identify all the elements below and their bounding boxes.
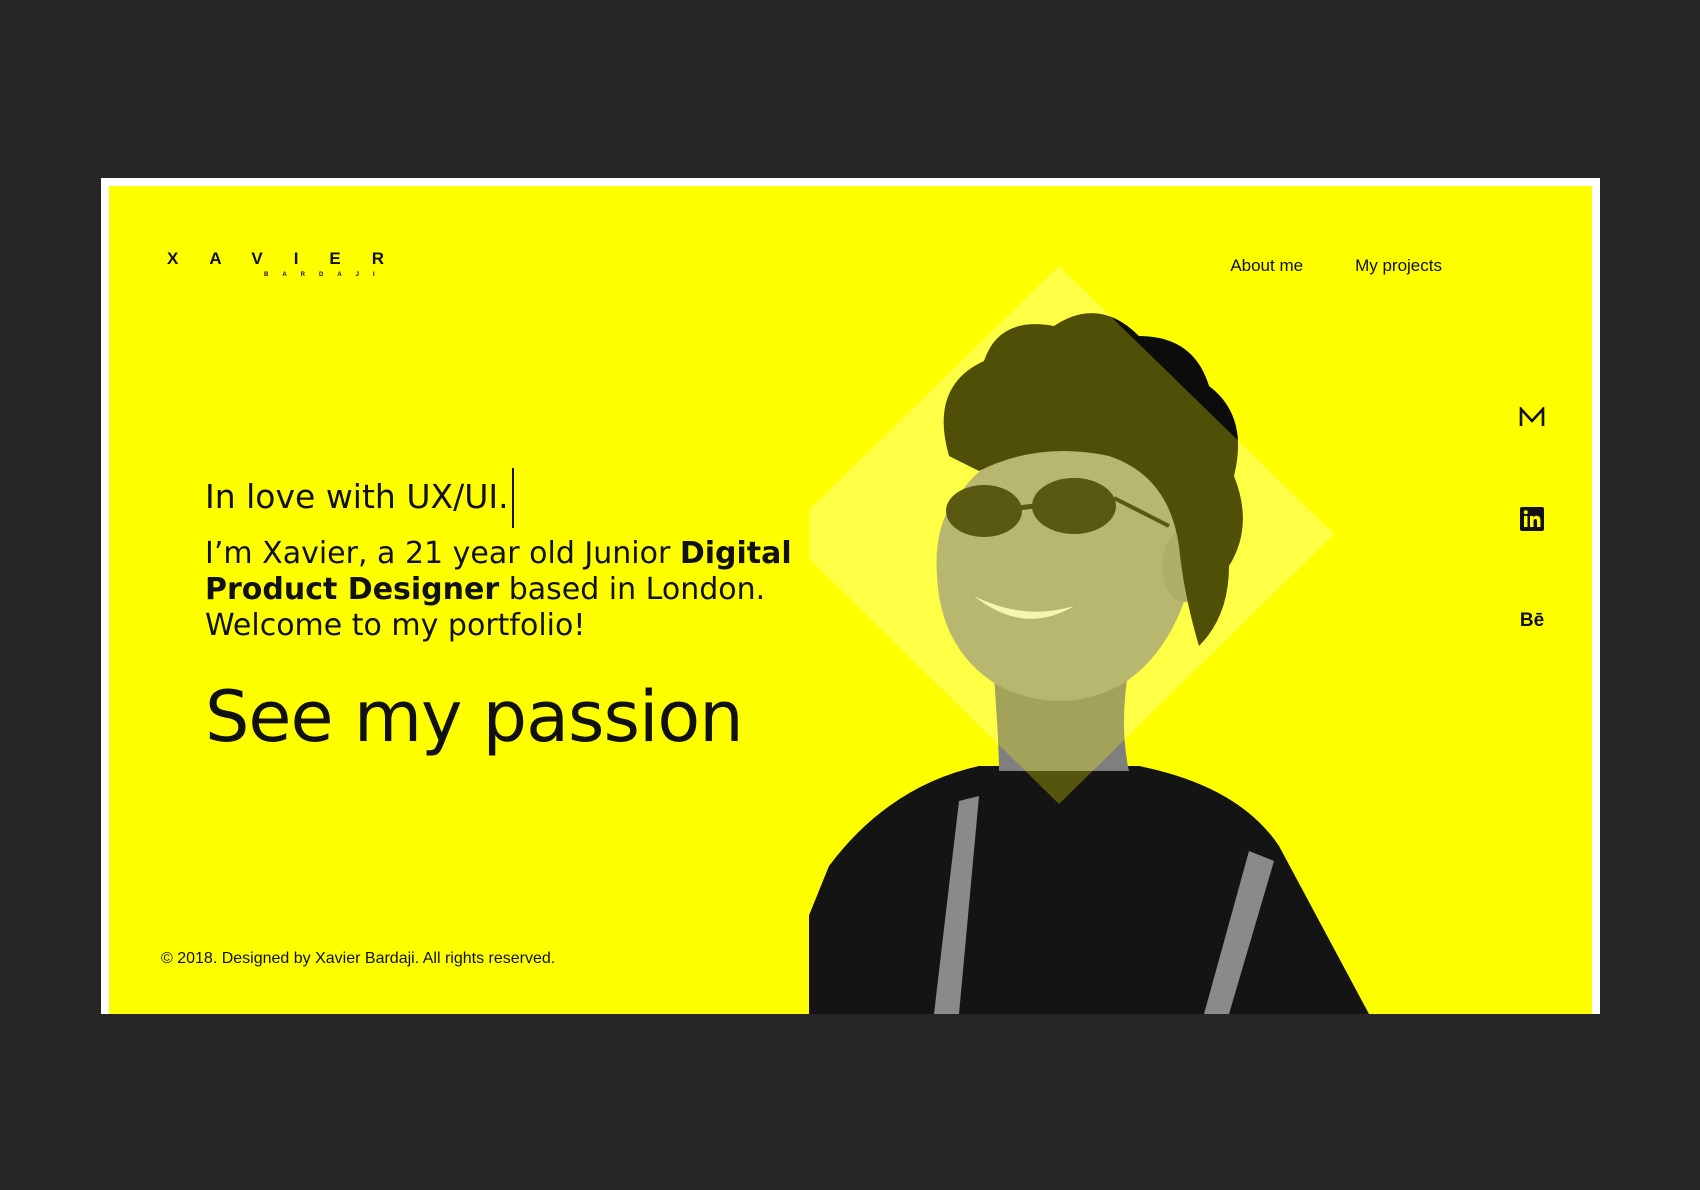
- logo[interactable]: XAVIER BARDAJI: [167, 249, 384, 285]
- hero-intro: I’m Xavier, a 21 year old Junior Digital…: [205, 536, 885, 646]
- logo-name: XAVIER: [167, 249, 416, 268]
- hero-portrait-image: [809, 266, 1369, 1014]
- hero-tagline: In love with UX/UI.: [205, 466, 514, 528]
- logo-surname: BARDAJI: [264, 272, 389, 278]
- footer-copyright: © 2018. Designed by Xavier Bardaji. All …: [161, 950, 556, 967]
- medium-icon[interactable]: [1519, 404, 1545, 430]
- text-cursor: [511, 468, 514, 528]
- portrait-shirt: [809, 766, 1369, 1014]
- behance-label: Bē: [1519, 610, 1545, 631]
- landing-page: XAVIER BARDAJI About me My projects In l…: [109, 186, 1592, 1014]
- browser-frame: XAVIER BARDAJI About me My projects In l…: [101, 178, 1600, 1014]
- hero-headline[interactable]: See my passion: [205, 676, 744, 758]
- tagline-text: In love with UX/UI.: [205, 476, 509, 516]
- linkedin-icon[interactable]: [1519, 506, 1545, 532]
- intro-text-start: I’m Xavier, a 21 year old Junior: [205, 536, 680, 571]
- behance-icon[interactable]: Bē: [1519, 608, 1545, 634]
- social-links: Bē: [1519, 404, 1545, 634]
